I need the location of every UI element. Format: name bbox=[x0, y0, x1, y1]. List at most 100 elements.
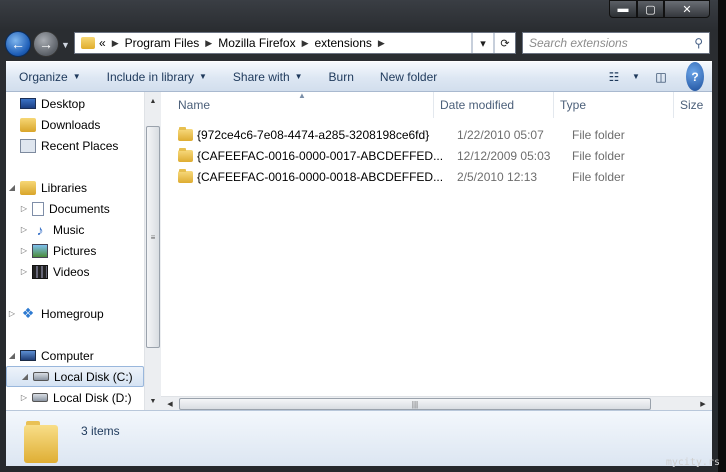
share-with-button[interactable]: Share with ▼ bbox=[220, 62, 316, 91]
breadcrumb-mozilla-firefox[interactable]: Mozilla Firefox bbox=[218, 36, 295, 50]
search-icon[interactable]: ⚲ bbox=[694, 36, 703, 50]
organize-label: Organize bbox=[19, 69, 68, 84]
nav-label: Downloads bbox=[41, 117, 101, 132]
nav-item-local-disk-c[interactable]: ◢ Local Disk (C:) bbox=[6, 366, 144, 387]
nav-item-music[interactable]: ▷ ♪ Music bbox=[6, 219, 144, 240]
details-pane: 3 items bbox=[6, 410, 712, 466]
nav-label: Documents bbox=[49, 201, 110, 216]
nav-item-documents[interactable]: ▷ Documents bbox=[6, 198, 144, 219]
view-dropdown-button[interactable]: ▼ bbox=[628, 62, 644, 91]
burn-button[interactable]: Burn bbox=[316, 62, 367, 91]
expand-icon[interactable]: ▷ bbox=[6, 309, 18, 318]
file-list: ▲ Name Date modified Type Size {972ce4c6… bbox=[161, 91, 712, 410]
item-count: 3 items bbox=[81, 424, 120, 438]
column-label: Name bbox=[178, 98, 211, 112]
column-label: Type bbox=[560, 98, 587, 112]
file-type: File folder bbox=[572, 169, 625, 184]
overflow-label: « bbox=[99, 36, 106, 50]
forward-button[interactable]: → bbox=[33, 31, 59, 57]
expand-icon[interactable]: ◢ bbox=[6, 351, 18, 360]
breadcrumb-extensions[interactable]: extensions bbox=[315, 36, 372, 50]
horizontal-scroll-thumb[interactable]: ||| bbox=[179, 398, 651, 410]
expand-icon[interactable]: ◢ bbox=[19, 372, 31, 381]
expand-icon[interactable]: ▷ bbox=[18, 393, 30, 402]
file-row[interactable]: {CAFEEFAC-0016-0000-0018-ABCDEFFED... 2/… bbox=[178, 166, 712, 187]
help-button[interactable]: ? bbox=[678, 62, 712, 91]
nav-scroll-thumb[interactable]: ≡ bbox=[146, 126, 160, 348]
column-header-size[interactable]: Size bbox=[674, 92, 712, 118]
search-box[interactable]: Search extensions ⚲ bbox=[522, 32, 710, 54]
nav-label: Libraries bbox=[41, 180, 88, 195]
nav-item-desktop[interactable]: Desktop bbox=[6, 93, 144, 114]
nav-item-libraries[interactable]: ◢ Libraries bbox=[6, 177, 144, 198]
minimize-button[interactable]: ▬ bbox=[609, 0, 637, 18]
toolbar-right: ☷ ▼ ◫ ? bbox=[600, 62, 712, 91]
details-view-icon: ☷ bbox=[608, 69, 620, 84]
recent-places-icon bbox=[20, 138, 36, 153]
expand-icon[interactable]: ▷ bbox=[18, 246, 30, 255]
file-row[interactable]: {972ce4c6-7e08-4474-a285-3208198ce6fd} 1… bbox=[178, 124, 712, 145]
address-history-button[interactable]: ▾ bbox=[471, 33, 493, 53]
refresh-button[interactable]: ⟳ bbox=[493, 33, 515, 53]
preview-pane-button[interactable]: ◫ bbox=[644, 62, 678, 91]
close-button[interactable]: ✕ bbox=[664, 0, 710, 18]
column-header-name[interactable]: ▲ Name bbox=[161, 91, 434, 118]
file-type: File folder bbox=[572, 127, 625, 142]
horizontal-scrollbar[interactable]: ◀ ||| ▶ bbox=[161, 396, 712, 410]
new-folder-button[interactable]: New folder bbox=[367, 62, 450, 91]
nav-item-local-disk-d[interactable]: ▷ Local Disk (D:) bbox=[6, 387, 144, 408]
include-in-library-button[interactable]: Include in library ▼ bbox=[94, 62, 220, 91]
scroll-down-icon[interactable]: ▼ bbox=[145, 393, 161, 409]
chevron-right-icon[interactable]: ▶ bbox=[112, 38, 119, 49]
explorer-window: ▬ ▢ ✕ ← → ▼ « ▶ Program Files ▶ Mozilla … bbox=[0, 0, 718, 472]
file-row[interactable]: {CAFEEFAC-0016-0000-0017-ABCDEFFED... 12… bbox=[178, 145, 712, 166]
scroll-up-icon[interactable]: ▲ bbox=[145, 93, 161, 109]
nav-label: Music bbox=[53, 222, 85, 237]
expand-icon[interactable]: ▷ bbox=[18, 204, 30, 213]
nav-item-downloads[interactable]: Downloads bbox=[6, 114, 144, 135]
maximize-button[interactable]: ▢ bbox=[637, 0, 664, 18]
expand-icon[interactable]: ▷ bbox=[18, 267, 30, 276]
breadcrumb-program-files[interactable]: Program Files bbox=[125, 36, 200, 50]
nav-scrollbar[interactable]: ▲ ≡ ▼ bbox=[144, 92, 161, 410]
breadcrumb-overflow[interactable]: « bbox=[99, 36, 106, 50]
folder-icon bbox=[178, 168, 193, 183]
recent-pages-dropdown[interactable]: ▼ bbox=[61, 40, 70, 50]
nav-item-videos[interactable]: ▷ Videos bbox=[6, 261, 144, 282]
organize-button[interactable]: Organize ▼ bbox=[6, 62, 94, 91]
scroll-right-icon[interactable]: ▶ bbox=[696, 397, 710, 411]
hard-disk-icon bbox=[33, 372, 49, 381]
nav-item-pictures[interactable]: ▷ Pictures bbox=[6, 240, 144, 261]
nav-label: Pictures bbox=[53, 243, 97, 258]
folder-icon bbox=[24, 421, 60, 463]
nav-item-recent-places[interactable]: Recent Places bbox=[6, 135, 144, 156]
back-button[interactable]: ← bbox=[5, 31, 31, 57]
view-options-button[interactable]: ☷ bbox=[600, 62, 628, 91]
grip-icon: ≡ bbox=[150, 232, 156, 242]
file-date: 2/5/2010 12:13 bbox=[457, 169, 538, 184]
scroll-left-icon[interactable]: ◀ bbox=[163, 397, 177, 411]
address-bar[interactable]: « ▶ Program Files ▶ Mozilla Firefox ▶ ex… bbox=[74, 32, 516, 54]
burn-label: Burn bbox=[328, 69, 354, 84]
desktop-icon bbox=[20, 98, 36, 109]
nav-item-computer[interactable]: ◢ Computer bbox=[6, 345, 144, 366]
chevron-right-icon[interactable]: ▶ bbox=[378, 38, 385, 49]
column-header-date-modified[interactable]: Date modified bbox=[434, 92, 554, 118]
chevron-right-icon[interactable]: ▶ bbox=[205, 38, 212, 49]
nav-label: Local Disk (D:) bbox=[53, 390, 132, 405]
back-arrow-icon: ← bbox=[11, 36, 25, 52]
content-area: Desktop Downloads Recent Places ◢ Librar… bbox=[6, 91, 712, 410]
help-icon: ? bbox=[686, 62, 704, 91]
column-headers: ▲ Name Date modified Type Size bbox=[161, 91, 712, 118]
nav-item-homegroup[interactable]: ▷ ❖ Homegroup bbox=[6, 303, 144, 324]
pictures-icon bbox=[32, 243, 48, 258]
column-header-type[interactable]: Type bbox=[554, 92, 674, 118]
breadcrumb: ▶ Program Files ▶ Mozilla Firefox ▶ exte… bbox=[106, 36, 391, 50]
expand-icon[interactable]: ▷ bbox=[18, 225, 30, 234]
navigation-pane: Desktop Downloads Recent Places ◢ Librar… bbox=[6, 92, 144, 410]
chevron-right-icon[interactable]: ▶ bbox=[302, 38, 309, 49]
column-label: Size bbox=[680, 98, 704, 112]
hard-disk-icon bbox=[32, 393, 48, 402]
sort-ascending-icon: ▲ bbox=[298, 91, 306, 100]
expand-icon[interactable]: ◢ bbox=[6, 183, 18, 192]
